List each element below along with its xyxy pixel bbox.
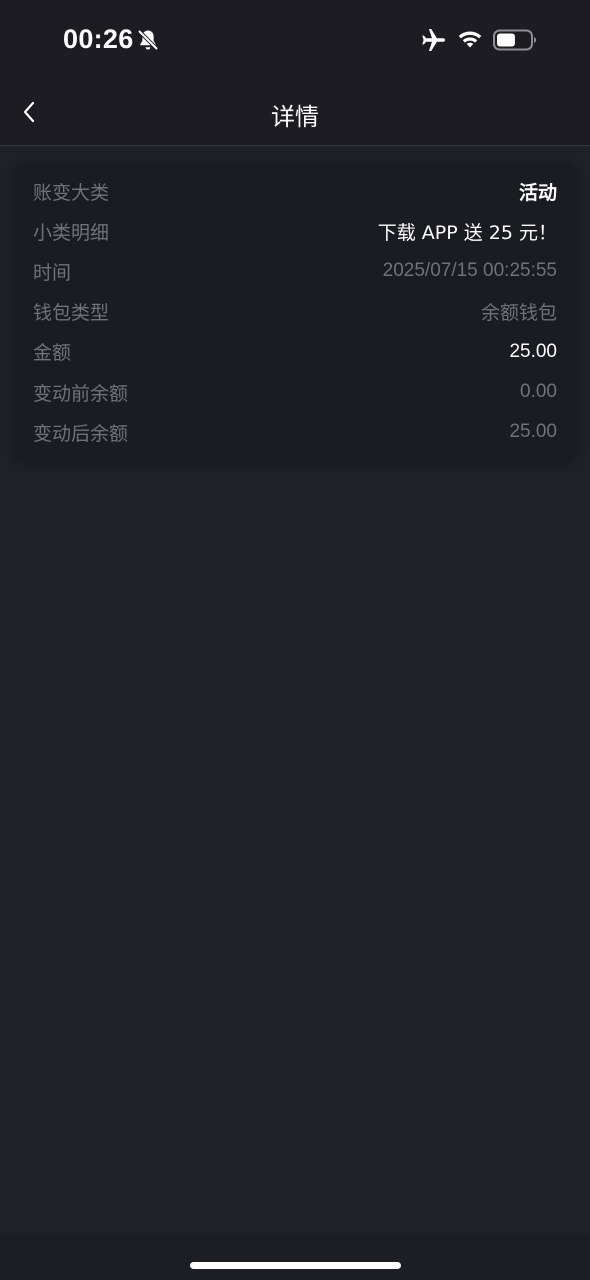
- subcategory-value: 下载 APP 送 25 元！: [377, 221, 557, 244]
- row-label: 账变大类: [33, 181, 110, 204]
- amount-value: 25.00: [509, 340, 557, 362]
- status-bar: 00:26: [0, 0, 590, 80]
- detail-row-balance-after: 变动后余额 25.00: [33, 412, 557, 452]
- status-time: 00:26: [63, 24, 134, 54]
- battery-icon: [493, 29, 536, 51]
- balance-after-value: 25.00: [509, 421, 557, 443]
- page-title: 详情: [271, 103, 319, 131]
- detail-row-wallet-type: 钱包类型 余额钱包: [33, 292, 557, 332]
- airplane-icon: [422, 29, 446, 51]
- row-label: 变动前余额: [33, 382, 129, 405]
- category-value: 活动: [518, 181, 557, 204]
- row-label: 时间: [33, 261, 72, 284]
- home-indicator[interactable]: [190, 1262, 401, 1269]
- detail-row-category: 账变大类 活动: [33, 171, 557, 211]
- row-label: 金额: [33, 342, 72, 365]
- balance-before-value: 0.00: [520, 381, 557, 403]
- detail-row-amount: 金额 25.00: [33, 332, 557, 372]
- detail-row-subcategory: 小类明细 下载 APP 送 25 元！: [33, 211, 557, 251]
- nav-bar: 详情: [0, 80, 590, 146]
- row-label: 小类明细: [33, 221, 110, 244]
- wallet-type-value: 余额钱包: [480, 302, 557, 325]
- time-value: 2025/07/15 00:25:55: [382, 260, 557, 282]
- row-label: 钱包类型: [33, 302, 110, 325]
- row-label: 变动后余额: [33, 422, 129, 445]
- wifi-icon: [458, 31, 482, 48]
- screen: 00:26 详情 账变大类 活动 小类明细 下载 APP 送 25 元！ 时间 …: [0, 0, 590, 1280]
- bell-slash-icon: [137, 29, 159, 51]
- detail-row-time: 时间 2025/07/15 00:25:55: [33, 251, 557, 291]
- detail-card: 账变大类 活动 小类明细 下载 APP 送 25 元！ 时间 2025/07/1…: [15, 163, 575, 460]
- bottom-safe-area: [0, 1234, 590, 1280]
- detail-row-balance-before: 变动前余额 0.00: [33, 372, 557, 412]
